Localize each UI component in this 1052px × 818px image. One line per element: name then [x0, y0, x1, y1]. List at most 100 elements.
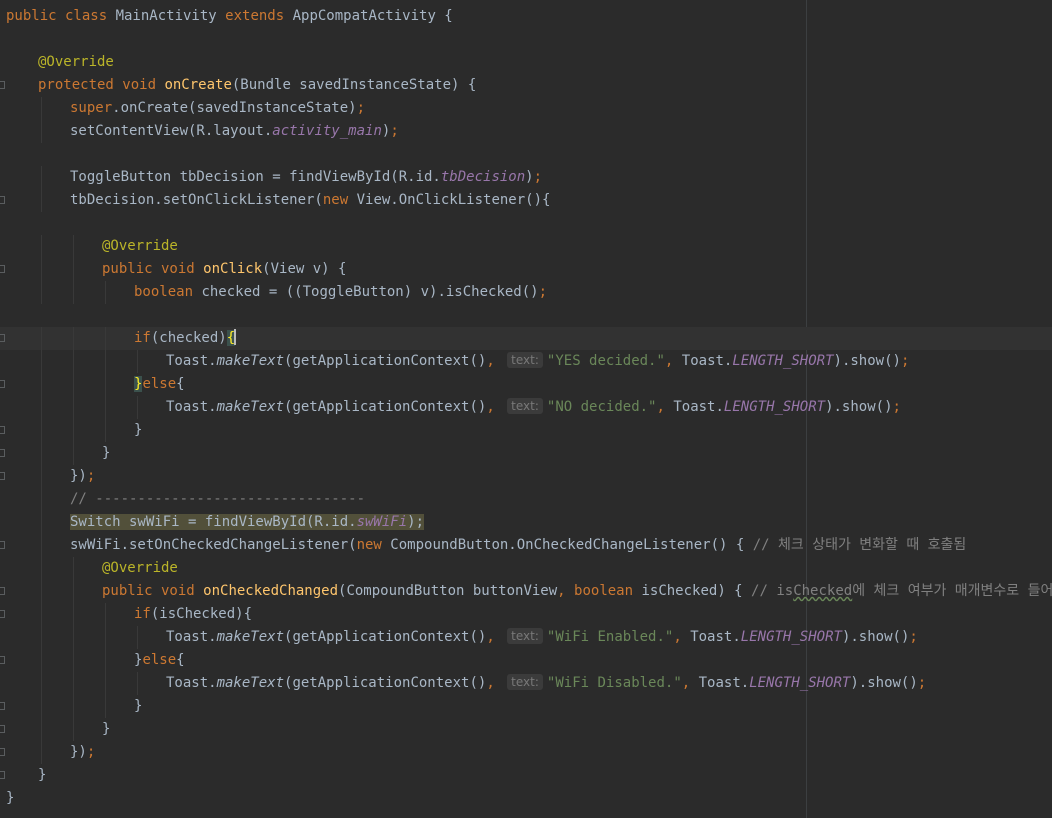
code-text: }	[38, 764, 46, 787]
code-line[interactable]: }	[0, 787, 1052, 810]
fold-marker-icon[interactable]	[0, 748, 5, 756]
fold-marker-icon[interactable]	[0, 587, 5, 595]
indent-guide	[73, 235, 74, 258]
code-token: "WiFi Enabled."	[546, 629, 674, 645]
code-line[interactable]: }	[0, 718, 1052, 741]
fold-marker-icon[interactable]	[0, 380, 5, 388]
code-token: Toast.	[681, 353, 733, 369]
indent-guide	[105, 695, 106, 718]
fold-marker-icon[interactable]	[0, 196, 5, 204]
indent-guide	[137, 396, 138, 419]
indent-guide	[41, 695, 42, 718]
code-token: LENGTH_SHORT	[723, 399, 826, 415]
code-token: ;	[86, 744, 96, 760]
code-line[interactable]: @Override	[0, 235, 1052, 258]
fold-marker-icon[interactable]	[0, 265, 5, 273]
code-line[interactable]: protected void onCreate(Bundle savedInst…	[0, 74, 1052, 97]
code-line[interactable]: @Override	[0, 51, 1052, 74]
code-text: }	[134, 419, 142, 442]
code-line[interactable]: boolean checked = ((ToggleButton) v).isC…	[0, 281, 1052, 304]
code-line[interactable]: super.onCreate(savedInstanceState);	[0, 97, 1052, 120]
code-line[interactable]	[0, 143, 1052, 166]
code-token: (getApplicationContext()	[284, 675, 487, 691]
indent-guide	[41, 741, 42, 764]
code-text: Toast.makeText(getApplicationContext(), …	[166, 626, 918, 649]
code-line[interactable]	[0, 212, 1052, 235]
code-line[interactable]: setContentView(R.layout.activity_main);	[0, 120, 1052, 143]
code-line[interactable]: }	[0, 695, 1052, 718]
fold-marker-icon[interactable]	[0, 702, 5, 710]
code-token: ToggleButton tbDecision = findViewById(R…	[70, 169, 441, 185]
highlighted-code: );	[407, 514, 425, 530]
indent-guide	[41, 511, 42, 534]
code-token: (View v) {	[262, 261, 347, 277]
code-token: Toast.	[690, 629, 741, 645]
code-token: if	[134, 330, 151, 346]
parameter-hint: text:	[507, 628, 543, 644]
code-line[interactable]: swWiFi.setOnCheckedChangeListener(new Co…	[0, 534, 1052, 557]
code-line[interactable]: public void onCheckedChanged(CompoundBut…	[0, 580, 1052, 603]
fold-marker-icon[interactable]	[0, 426, 5, 434]
code-text: setContentView(R.layout.activity_main);	[70, 120, 399, 143]
code-line[interactable]: @Override	[0, 557, 1052, 580]
code-text: @Override	[102, 557, 178, 580]
code-token: new	[356, 537, 391, 553]
fold-marker-icon[interactable]	[0, 81, 5, 89]
fold-marker-icon[interactable]	[0, 656, 5, 664]
code-line[interactable]: });	[0, 741, 1052, 764]
code-line[interactable]: Toast.makeText(getApplicationContext(), …	[0, 672, 1052, 695]
code-token: ,	[656, 399, 674, 415]
code-line[interactable]: public class MainActivity extends AppCom…	[0, 5, 1052, 28]
code-line[interactable]: tbDecision.setOnClickListener(new View.O…	[0, 189, 1052, 212]
code-token: ;	[86, 468, 96, 484]
indent-guide	[41, 649, 42, 672]
code-line[interactable]: Toast.makeText(getApplicationContext(), …	[0, 396, 1052, 419]
code-line[interactable]: if(checked){	[0, 327, 1052, 350]
code-line[interactable]: if(isChecked){	[0, 603, 1052, 626]
code-line[interactable]: }else{	[0, 373, 1052, 396]
fold-marker-icon[interactable]	[0, 541, 5, 549]
code-line[interactable]: ToggleButton tbDecision = findViewById(R…	[0, 166, 1052, 189]
code-token: ;	[909, 629, 918, 645]
code-token: @Override	[102, 560, 178, 576]
code-token: makeText	[216, 675, 285, 691]
code-token: (getApplicationContext()	[284, 399, 487, 415]
code-line[interactable]: }	[0, 442, 1052, 465]
code-token: Toast.	[673, 399, 724, 415]
code-token: , boolean	[557, 583, 642, 599]
indent-guide	[41, 580, 42, 603]
fold-marker-icon[interactable]	[0, 449, 5, 457]
code-line[interactable]: });	[0, 465, 1052, 488]
indent-guide	[41, 327, 42, 350]
code-line[interactable]: }	[0, 764, 1052, 787]
code-text: });	[70, 741, 95, 764]
fold-marker-icon[interactable]	[0, 334, 5, 342]
code-token: onClick	[203, 261, 263, 277]
indent-guide	[41, 718, 42, 741]
code-line[interactable]: // --------------------------------	[0, 488, 1052, 511]
indent-guide	[41, 189, 42, 212]
code-token: })	[70, 744, 87, 760]
code-line[interactable]: public void onClick(View v) {	[0, 258, 1052, 281]
code-editor[interactable]: public class MainActivity extends AppCom…	[0, 0, 1052, 818]
code-token: ,	[681, 675, 699, 691]
code-text: }else{	[134, 649, 185, 672]
code-line[interactable]: }else{	[0, 649, 1052, 672]
fold-marker-icon[interactable]	[0, 472, 5, 480]
fold-marker-icon[interactable]	[0, 610, 5, 618]
code-token: (isChecked){	[150, 606, 253, 622]
code-token: extends	[225, 8, 293, 24]
fold-marker-icon[interactable]	[0, 725, 5, 733]
indent-guide	[73, 672, 74, 695]
indent-guide	[105, 350, 106, 373]
highlighted-field: swWiFi	[356, 514, 408, 530]
code-line[interactable]: }	[0, 419, 1052, 442]
code-line[interactable]: Switch swWiFi = findViewById(R.id.swWiFi…	[0, 511, 1052, 534]
code-line[interactable]	[0, 304, 1052, 327]
fold-marker-icon[interactable]	[0, 771, 5, 779]
code-line[interactable]	[0, 28, 1052, 51]
code-line[interactable]: Toast.makeText(getApplicationContext(), …	[0, 626, 1052, 649]
code-token: tbDecision	[440, 169, 526, 185]
code-line[interactable]: Toast.makeText(getApplicationContext(), …	[0, 350, 1052, 373]
parameter-hint: text:	[507, 398, 543, 414]
